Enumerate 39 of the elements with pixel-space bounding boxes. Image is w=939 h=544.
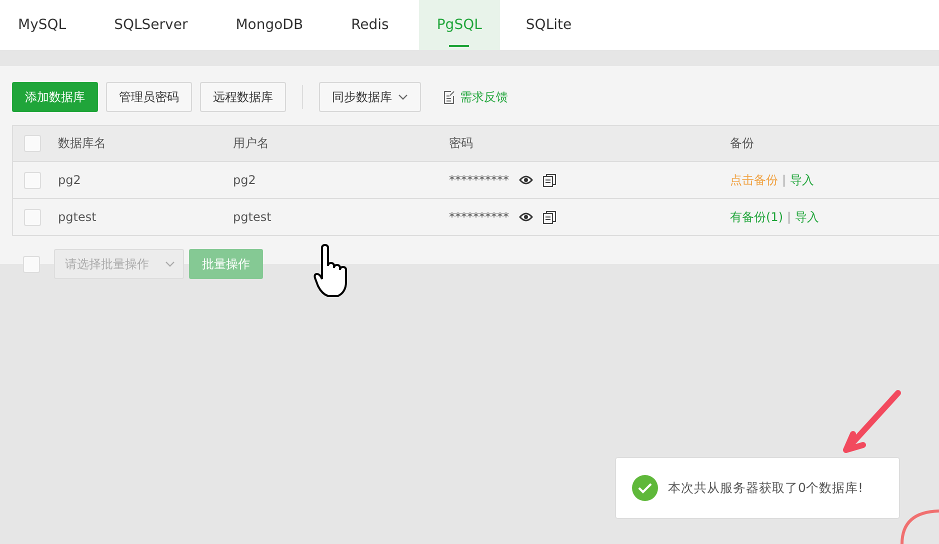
separator: | [782,173,786,187]
row-checkbox[interactable] [24,208,41,226]
copy-icon[interactable] [543,174,556,186]
column-header: 数据库名 [58,135,107,152]
add-database-button[interactable]: 添加数据库 [12,82,98,112]
column-header: 用户名 [233,135,270,152]
sync-database-dropdown[interactable]: 同步数据库 [319,82,421,112]
toast-message: 本次共从服务器获取了0个数据库! [668,480,863,496]
row-checkbox[interactable] [24,172,41,188]
check-circle-icon [632,475,658,501]
password-cell: ********** [449,173,509,187]
username-cell-text: pgtest [233,210,272,224]
password-cell: ********** [449,210,509,224]
database-tab[interactable]: SQLServer [96,0,206,50]
database-tab[interactable]: MongoDB [218,0,322,50]
copy-icon[interactable] [543,210,556,224]
import-link[interactable]: 导入 [795,208,820,226]
database-name-cell-text: pg2 [58,173,82,187]
database-tab[interactable]: PgSQL [418,0,500,50]
database-tab[interactable]: MySQL [0,0,84,50]
note-icon [443,90,455,104]
database-tab[interactable]: SQLite [508,0,590,50]
select-all-checkbox[interactable] [24,135,41,152]
separator: | [787,210,792,224]
caret-icon [165,261,175,267]
backup-link[interactable]: 点击备份 [730,172,778,188]
backup-link[interactable]: 有备份(1) [730,208,783,226]
feedback-link[interactable]: 需求反馈 [443,88,508,106]
database-tab[interactable]: Redis [333,0,407,50]
username-cell-text: pg2 [233,173,257,187]
column-header: 备份 [730,135,755,152]
caret-icon [398,94,408,100]
remote-database-button[interactable]: 远程数据库 [200,82,286,112]
database-name-cell-text: pgtest [58,210,98,224]
column-header: 密码 [449,135,474,152]
admin-password-button[interactable]: 管理员密码 [106,82,192,112]
eye-icon[interactable] [519,175,533,185]
import-link[interactable]: 导入 [790,172,814,188]
eye-icon[interactable] [519,212,533,222]
